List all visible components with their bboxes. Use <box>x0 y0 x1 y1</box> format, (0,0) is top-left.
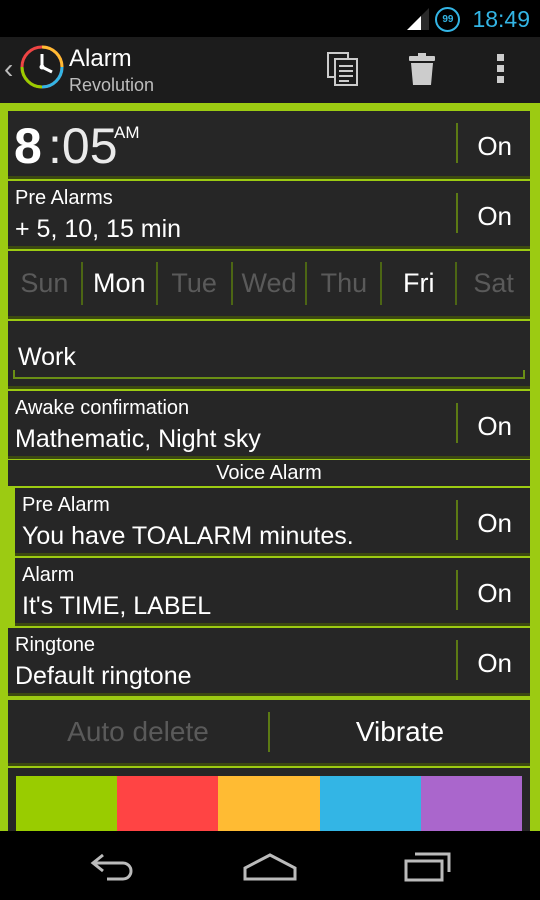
awake-confirmation-value: Mathematic, Night sky <box>15 425 261 453</box>
day-sat[interactable]: Sat <box>457 251 530 316</box>
alarm-enabled-toggle[interactable]: On <box>477 131 512 162</box>
alarm-minutes[interactable]: :05 <box>48 117 118 175</box>
day-fri[interactable]: Fri <box>382 251 455 316</box>
voice-pre-alarm-toggle[interactable]: On <box>477 508 512 539</box>
color-swatch-purple[interactable] <box>420 776 523 831</box>
color-swatch-green[interactable] <box>16 776 118 831</box>
back-button[interactable] <box>82 847 142 887</box>
voice-alarm-header: Voice Alarm <box>8 460 530 486</box>
status-icons: 99 18:49 <box>407 4 530 34</box>
ringtone-row[interactable]: Ringtone Default ringtone On <box>8 628 530 696</box>
color-swatch-red[interactable] <box>117 776 219 831</box>
awake-confirmation-toggle[interactable]: On <box>477 411 512 442</box>
alarm-editor: 8 :05 AM On Pre Alarms + 5, 10, 15 min O… <box>0 103 540 831</box>
voice-pre-alarm-value: You have TOALARM minutes. <box>22 522 354 550</box>
options-row: Auto delete Vibrate <box>8 700 530 766</box>
pre-alarms-title: Pre Alarms <box>15 187 113 209</box>
input-underline <box>13 370 525 378</box>
divider <box>456 640 458 680</box>
alarm-hour[interactable]: 8 <box>14 117 42 175</box>
color-swatch-orange[interactable] <box>218 776 320 831</box>
app-subtitle: Revolution <box>69 75 155 95</box>
divider <box>456 193 458 233</box>
ringtone-toggle[interactable]: On <box>477 648 512 679</box>
color-picker <box>8 768 530 831</box>
home-icon <box>243 853 297 881</box>
pre-alarms-value: + 5, 10, 15 min <box>15 215 182 243</box>
delete-button[interactable] <box>402 49 442 89</box>
voice-pre-alarm-title: Pre Alarm <box>22 494 110 516</box>
awake-confirmation-row[interactable]: Awake confirmation Mathematic, Night sky… <box>8 391 530 459</box>
color-swatch-row <box>16 776 523 831</box>
auto-delete-toggle[interactable]: Auto delete <box>8 716 268 748</box>
voice-alarm-toggle[interactable]: On <box>477 578 512 609</box>
copy-button[interactable] <box>323 49 363 89</box>
day-wed[interactable]: Wed <box>233 251 306 316</box>
trash-icon <box>409 53 435 85</box>
recent-apps-button[interactable] <box>398 847 458 887</box>
overflow-menu-button[interactable] <box>481 49 521 89</box>
status-clock: 18:49 <box>472 5 530 32</box>
label-row <box>8 321 530 389</box>
signal-icon <box>407 8 430 30</box>
weekday-selector: Sun Mon Tue Wed Thu Fri Sat <box>8 251 530 319</box>
copy-icon <box>327 52 358 86</box>
action-bar: ‹ Alarm Revolution <box>0 37 540 103</box>
divider <box>456 403 458 443</box>
up-chevron-icon[interactable]: ‹ <box>4 53 13 85</box>
alarm-ampm: AM <box>114 123 140 142</box>
pre-alarms-row[interactable]: Pre Alarms + 5, 10, 15 min On <box>8 181 530 249</box>
alarm-time-row[interactable]: 8 :05 AM On <box>8 111 530 179</box>
notification-badge: 99 <box>435 6 461 32</box>
divider <box>456 123 458 163</box>
vibrate-toggle[interactable]: Vibrate <box>270 716 530 748</box>
app-title: Alarm <box>69 45 132 72</box>
voice-alarm-title: Alarm <box>22 564 75 586</box>
day-thu[interactable]: Thu <box>307 251 380 316</box>
day-mon[interactable]: Mon <box>83 251 156 316</box>
day-tue[interactable]: Tue <box>158 251 231 316</box>
recent-apps-icon <box>404 852 451 882</box>
weekday-list: Sun Mon Tue Wed Thu Fri Sat <box>8 251 530 316</box>
day-sun[interactable]: Sun <box>8 251 81 316</box>
voice-pre-alarm-row[interactable]: Pre Alarm You have TOALARM minutes. On <box>15 488 530 556</box>
ringtone-value: Default ringtone <box>15 662 192 690</box>
overflow-menu-icon <box>497 54 504 83</box>
pre-alarms-toggle[interactable]: On <box>477 201 512 232</box>
voice-alarm-row[interactable]: Alarm It's TIME, LABEL On <box>15 558 530 626</box>
status-bar: 99 18:49 <box>0 0 540 37</box>
voice-alarm-value: It's TIME, LABEL <box>22 592 212 620</box>
options-split: Auto delete Vibrate <box>8 700 530 763</box>
divider <box>456 500 458 540</box>
divider <box>456 570 458 610</box>
awake-confirmation-title: Awake confirmation <box>15 397 190 419</box>
color-swatch-blue[interactable] <box>319 776 421 831</box>
home-button[interactable] <box>240 847 300 887</box>
back-icon <box>90 853 133 881</box>
navigation-bar <box>0 831 540 900</box>
ringtone-title: Ringtone <box>15 634 96 656</box>
app-logo-icon[interactable] <box>19 44 65 90</box>
